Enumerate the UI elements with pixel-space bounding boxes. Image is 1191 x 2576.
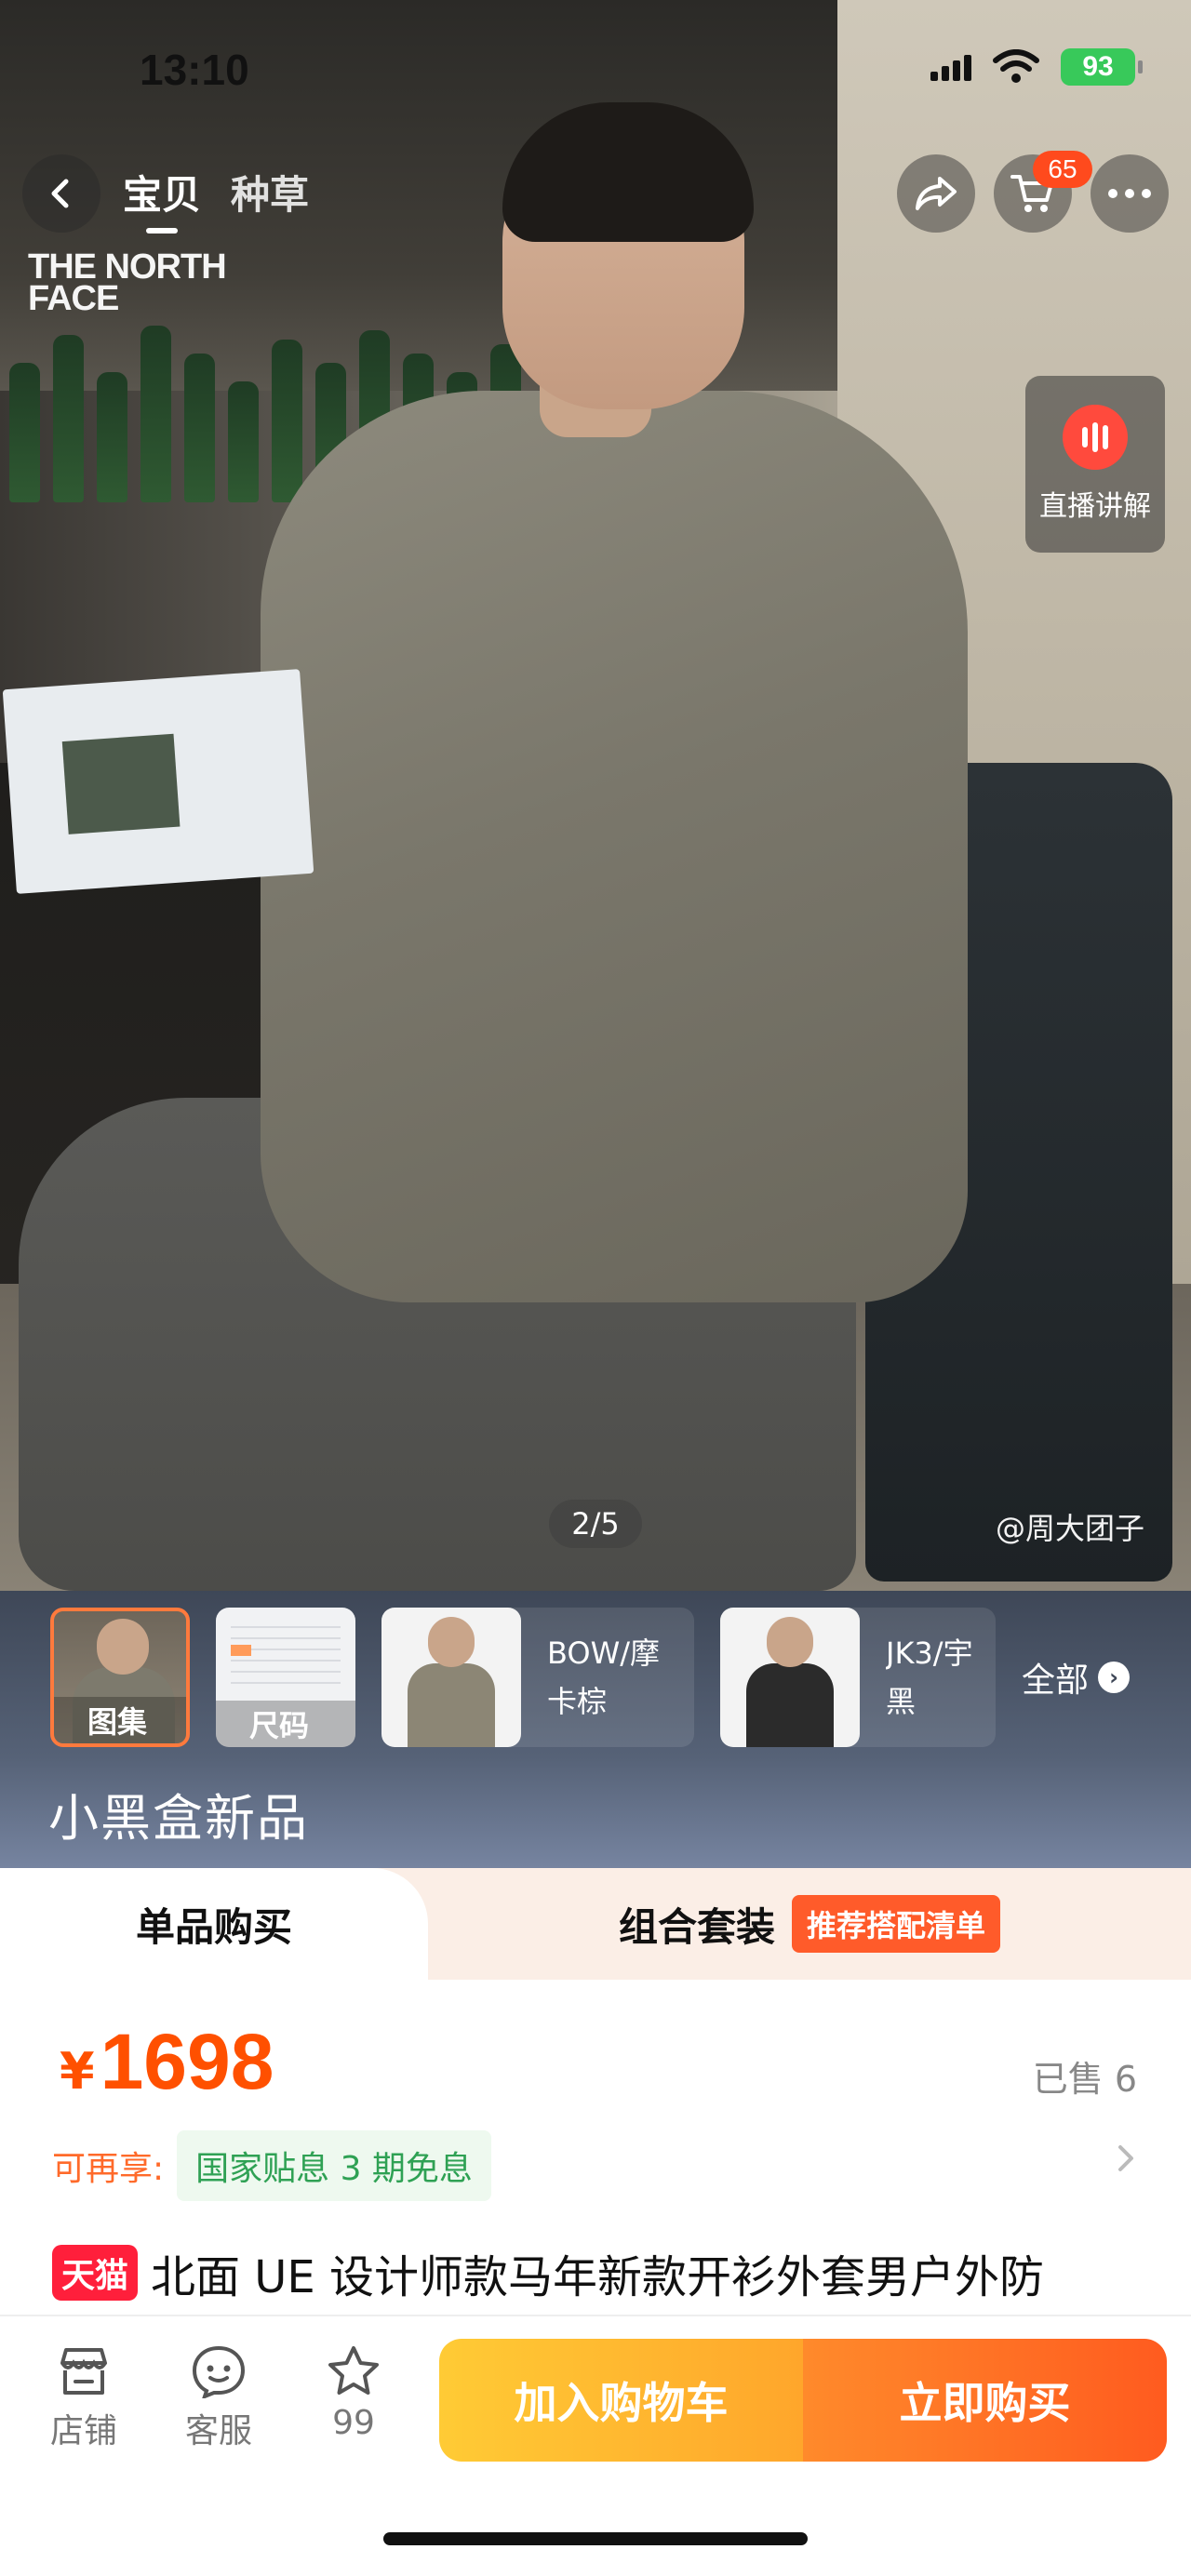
tmall-tag: 天猫 <box>52 2245 139 2301</box>
product-detail-page: THE NORTH FACE 2/5 @周大团子 13:10 93 宝贝 种草 <box>0 0 1191 2576</box>
all-variants-label: 全部 <box>1022 1662 1090 1700</box>
banner-title: 小黑盒新品 <box>48 1789 309 1848</box>
service-label: 客服 <box>184 2412 252 2450</box>
share-button[interactable] <box>897 154 975 233</box>
status-icons: 93 <box>930 48 1143 86</box>
add-to-cart-button[interactable]: 加入购物车 <box>439 2339 803 2462</box>
battery-level: 93 <box>1082 51 1114 82</box>
thumb-size-label: 尺码 <box>216 1701 355 1747</box>
store-button[interactable]: 店铺 <box>37 2344 130 2452</box>
wifi-icon <box>993 49 1039 83</box>
variant-mocha-brown[interactable]: BOW/摩卡棕 <box>381 1608 694 1747</box>
thumb-gallery-label: 图集 <box>54 1697 186 1743</box>
benefit-row[interactable]: 可再享: 国家贴息 3 期免息 <box>52 2130 491 2201</box>
product-image-carousel[interactable]: THE NORTH FACE 2/5 @周大团子 <box>0 0 1191 1591</box>
star-icon <box>328 2346 379 2395</box>
store-label: 店铺 <box>49 2412 117 2450</box>
price-currency: ¥ <box>60 2042 95 2101</box>
tab-item[interactable]: 宝贝 <box>123 164 201 234</box>
page-indicator: 2/5 <box>549 1500 642 1548</box>
variant-image <box>720 1608 860 1747</box>
variant-strip: 图集 尺码 BOW/摩卡棕 JK3/宇黑 全部 › 小黑盒新品 <box>0 1591 1191 1868</box>
more-icon <box>1108 189 1151 198</box>
bottom-action-bar: 店铺 客服 99 加入购物车 立即购买 <box>0 2315 1191 2576</box>
all-variants-button[interactable]: 全部 › <box>1022 1653 1131 1702</box>
customer-service-button[interactable]: 客服 <box>172 2344 265 2452</box>
battery-icon: 93 <box>1061 48 1143 86</box>
tab-combo-set[interactable]: 组合套装 推荐搭配清单 <box>428 1868 1191 1980</box>
price-section: ¥ 1698 已售 6 可再享: 国家贴息 3 期免息 天猫 北面 UE 设计师… <box>0 1980 1191 2315</box>
variant-label: JK3/宇黑 <box>886 1635 973 1719</box>
back-arrow-icon <box>51 179 69 208</box>
model-jacket <box>261 391 968 1302</box>
live-explain-button[interactable]: 直播讲解 <box>1025 376 1165 553</box>
sold-count: 已售 6 <box>1032 2059 1137 2100</box>
installment-chip: 国家贴息 3 期免息 <box>177 2130 491 2201</box>
image-watermark: @周大团子 <box>995 1511 1144 1546</box>
chevron-right-icon[interactable] <box>1107 2140 1144 2177</box>
purchase-buttons: 加入购物车 立即购买 <box>439 2339 1167 2462</box>
live-icon <box>1063 405 1128 470</box>
brand-logo: THE NORTH FACE <box>28 247 227 318</box>
top-tabs: 宝贝 种草 <box>123 164 309 234</box>
product-title-row: 天猫 北面 UE 设计师款马年新款开衫外套男户外防 <box>52 2240 1044 2305</box>
share-icon <box>916 177 957 210</box>
chat-icon <box>192 2345 246 2398</box>
cart-button[interactable]: 65 <box>994 151 1092 233</box>
combo-badge: 推荐搭配清单 <box>792 1895 1001 1953</box>
variant-image <box>381 1608 521 1747</box>
signal-icon <box>930 53 971 81</box>
price: ¥ 1698 <box>60 2017 274 2107</box>
live-label: 直播讲解 <box>1039 490 1151 523</box>
variant-black[interactable]: JK3/宇黑 <box>720 1608 996 1747</box>
price-value: 1698 <box>100 2018 274 2105</box>
more-button[interactable] <box>1091 154 1169 233</box>
back-button[interactable] <box>22 154 100 233</box>
store-icon <box>60 2348 107 2395</box>
favorite-button[interactable]: 99 <box>307 2344 400 2442</box>
top-actions: 65 <box>897 151 1169 233</box>
purchase-mode-tabs: 单品购买 组合套装 推荐搭配清单 <box>0 1868 1191 1980</box>
chevron-right-icon: › <box>1098 1662 1131 1693</box>
tab-single-purchase[interactable]: 单品购买 <box>0 1868 428 1980</box>
thumbnail-list: 图集 尺码 BOW/摩卡棕 JK3/宇黑 全部 › <box>50 1608 1131 1747</box>
cart-count-badge: 65 <box>1033 151 1092 188</box>
favorite-count: 99 <box>332 2404 375 2442</box>
book-prop <box>2 669 314 894</box>
home-indicator <box>383 2532 808 2545</box>
variant-label: BOW/摩卡棕 <box>547 1635 661 1719</box>
tab-seeding[interactable]: 种草 <box>231 164 309 230</box>
combo-label: 组合套装 <box>618 1903 775 1950</box>
status-time: 13:10 <box>140 46 249 94</box>
thumb-size-chart[interactable]: 尺码 <box>216 1608 355 1747</box>
product-title: 北面 UE 设计师款马年新款开衫外套男户外防 <box>151 2251 1044 2303</box>
benefit-label: 可再享: <box>52 2150 165 2188</box>
thumb-gallery[interactable]: 图集 <box>50 1608 190 1747</box>
buy-now-button[interactable]: 立即购买 <box>803 2339 1167 2462</box>
